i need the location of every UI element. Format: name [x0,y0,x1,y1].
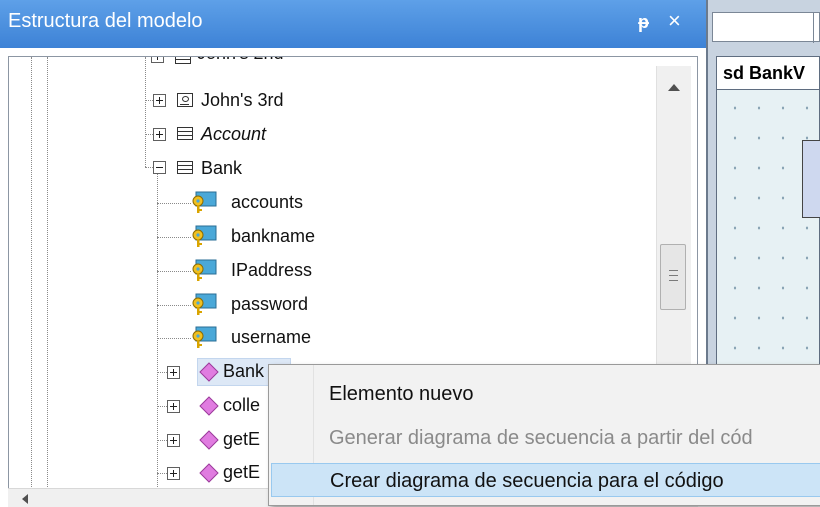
attribute-label[interactable]: IPaddress [231,255,312,285]
attribute-icon [192,225,217,247]
collapse-toggle[interactable] [153,161,166,174]
diagram-tab-strip[interactable] [712,12,820,43]
expand-toggle[interactable] [153,94,166,107]
diagram-title: sd BankV [716,56,820,90]
expand-toggle[interactable] [167,467,180,480]
panel-title: Estructura del modelo [8,10,203,32]
attribute-label[interactable]: bankname [231,221,315,251]
close-icon[interactable]: × [668,8,681,34]
tree-connector [157,473,167,474]
tree-node-label[interactable]: John's 2nd [197,57,284,68]
operation-label[interactable]: getE [223,424,260,454]
grip-line [669,275,678,276]
operation-icon [199,396,219,416]
tree-node-label[interactable]: John's 3rd [201,85,284,115]
menu-item-generate-sequence-diagram: Generar diagrama de secuencia a partir d… [329,427,753,449]
attribute-label[interactable]: accounts [231,187,303,217]
class-icon [177,127,193,140]
tree-connector [157,440,167,441]
menu-item-new-element[interactable]: Elemento nuevo [317,377,820,411]
tab-separator [813,13,814,43]
scroll-up-arrow-icon[interactable] [668,84,680,91]
attribute-label[interactable]: username [231,322,311,352]
tree-connector [145,167,153,168]
tree-guide-line [31,57,32,506]
expand-toggle[interactable] [151,57,164,63]
tree-connector [157,305,191,306]
tree-node-label[interactable]: Bank [201,153,242,183]
attribute-icon [192,191,217,213]
expand-toggle[interactable] [153,128,166,141]
attribute-label[interactable]: password [231,289,308,319]
grip-line [669,270,678,271]
expand-toggle[interactable] [167,434,180,447]
lifeline-box[interactable] [802,140,820,218]
tree-connector [157,203,191,204]
panel-titlebar: Estructura del modelo ᵽ × [0,0,706,48]
tree-connector [157,271,191,272]
tree-connector [157,338,191,339]
tree-guide-line [145,57,146,167]
operation-label[interactable]: getE [223,457,260,487]
class-icon [175,57,191,64]
scroll-left-arrow-icon[interactable] [22,494,28,504]
menu-item-create-sequence-diagram[interactable]: Crear diagrama de secuencia para el códi… [271,463,820,497]
person-icon [177,93,193,107]
tree-connector [145,134,153,135]
class-icon [177,161,193,174]
operation-icon [199,430,219,450]
tree-connector [157,237,191,238]
tree-connector [145,100,153,101]
grip-line [669,280,678,281]
scrollbar-thumb[interactable] [660,244,686,310]
attribute-icon [192,326,217,348]
operation-label[interactable]: Bank [223,356,264,386]
operation-icon [199,362,219,382]
tree-guide-line [47,57,48,506]
operation-label[interactable]: colle [223,390,260,420]
context-menu: Elemento nuevo Generar diagrama de secue… [268,364,820,506]
attribute-icon [192,259,217,281]
expand-toggle[interactable] [167,366,180,379]
operation-icon [199,463,219,483]
pin-icon[interactable]: ᵽ [638,12,649,33]
tree-connector [157,372,167,373]
attribute-icon [192,293,217,315]
expand-toggle[interactable] [167,400,180,413]
tree-node-label[interactable]: Account [201,119,266,149]
tree-connector [157,406,167,407]
tree-guide-line [157,167,158,497]
